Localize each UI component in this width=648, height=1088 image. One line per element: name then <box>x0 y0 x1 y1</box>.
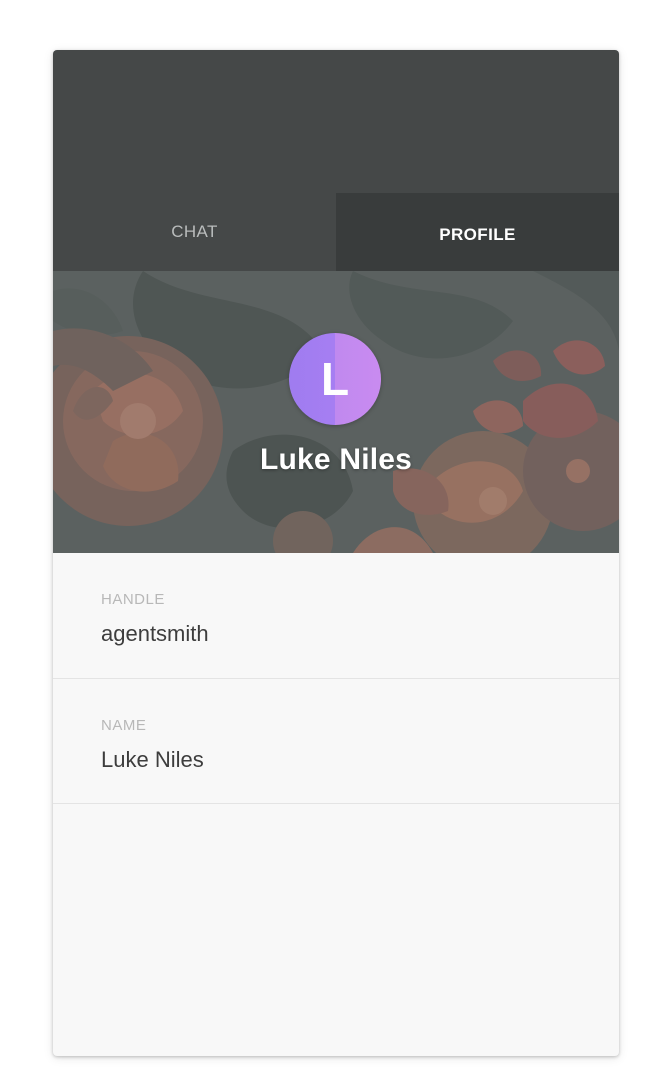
profile-name: Luke Niles <box>259 443 413 476</box>
handle-value: agentsmith <box>101 621 209 646</box>
profile-hero: L Luke Niles <box>53 271 619 553</box>
avatar: L <box>289 333 381 425</box>
app-header <box>53 50 619 193</box>
name-field: NAME Luke Niles <box>53 679 619 804</box>
name-label: NAME <box>101 717 147 734</box>
tab-chat[interactable]: CHAT <box>53 193 336 271</box>
profile-card: CHAT PROFILE L Luke Niles HANDLE agentsm… <box>53 50 619 1056</box>
tab-bar: CHAT PROFILE <box>53 193 619 271</box>
name-value: Luke Niles <box>101 747 204 772</box>
handle-field: HANDLE agentsmith <box>53 553 619 679</box>
handle-label: HANDLE <box>101 591 165 608</box>
tab-profile[interactable]: PROFILE <box>336 193 619 271</box>
